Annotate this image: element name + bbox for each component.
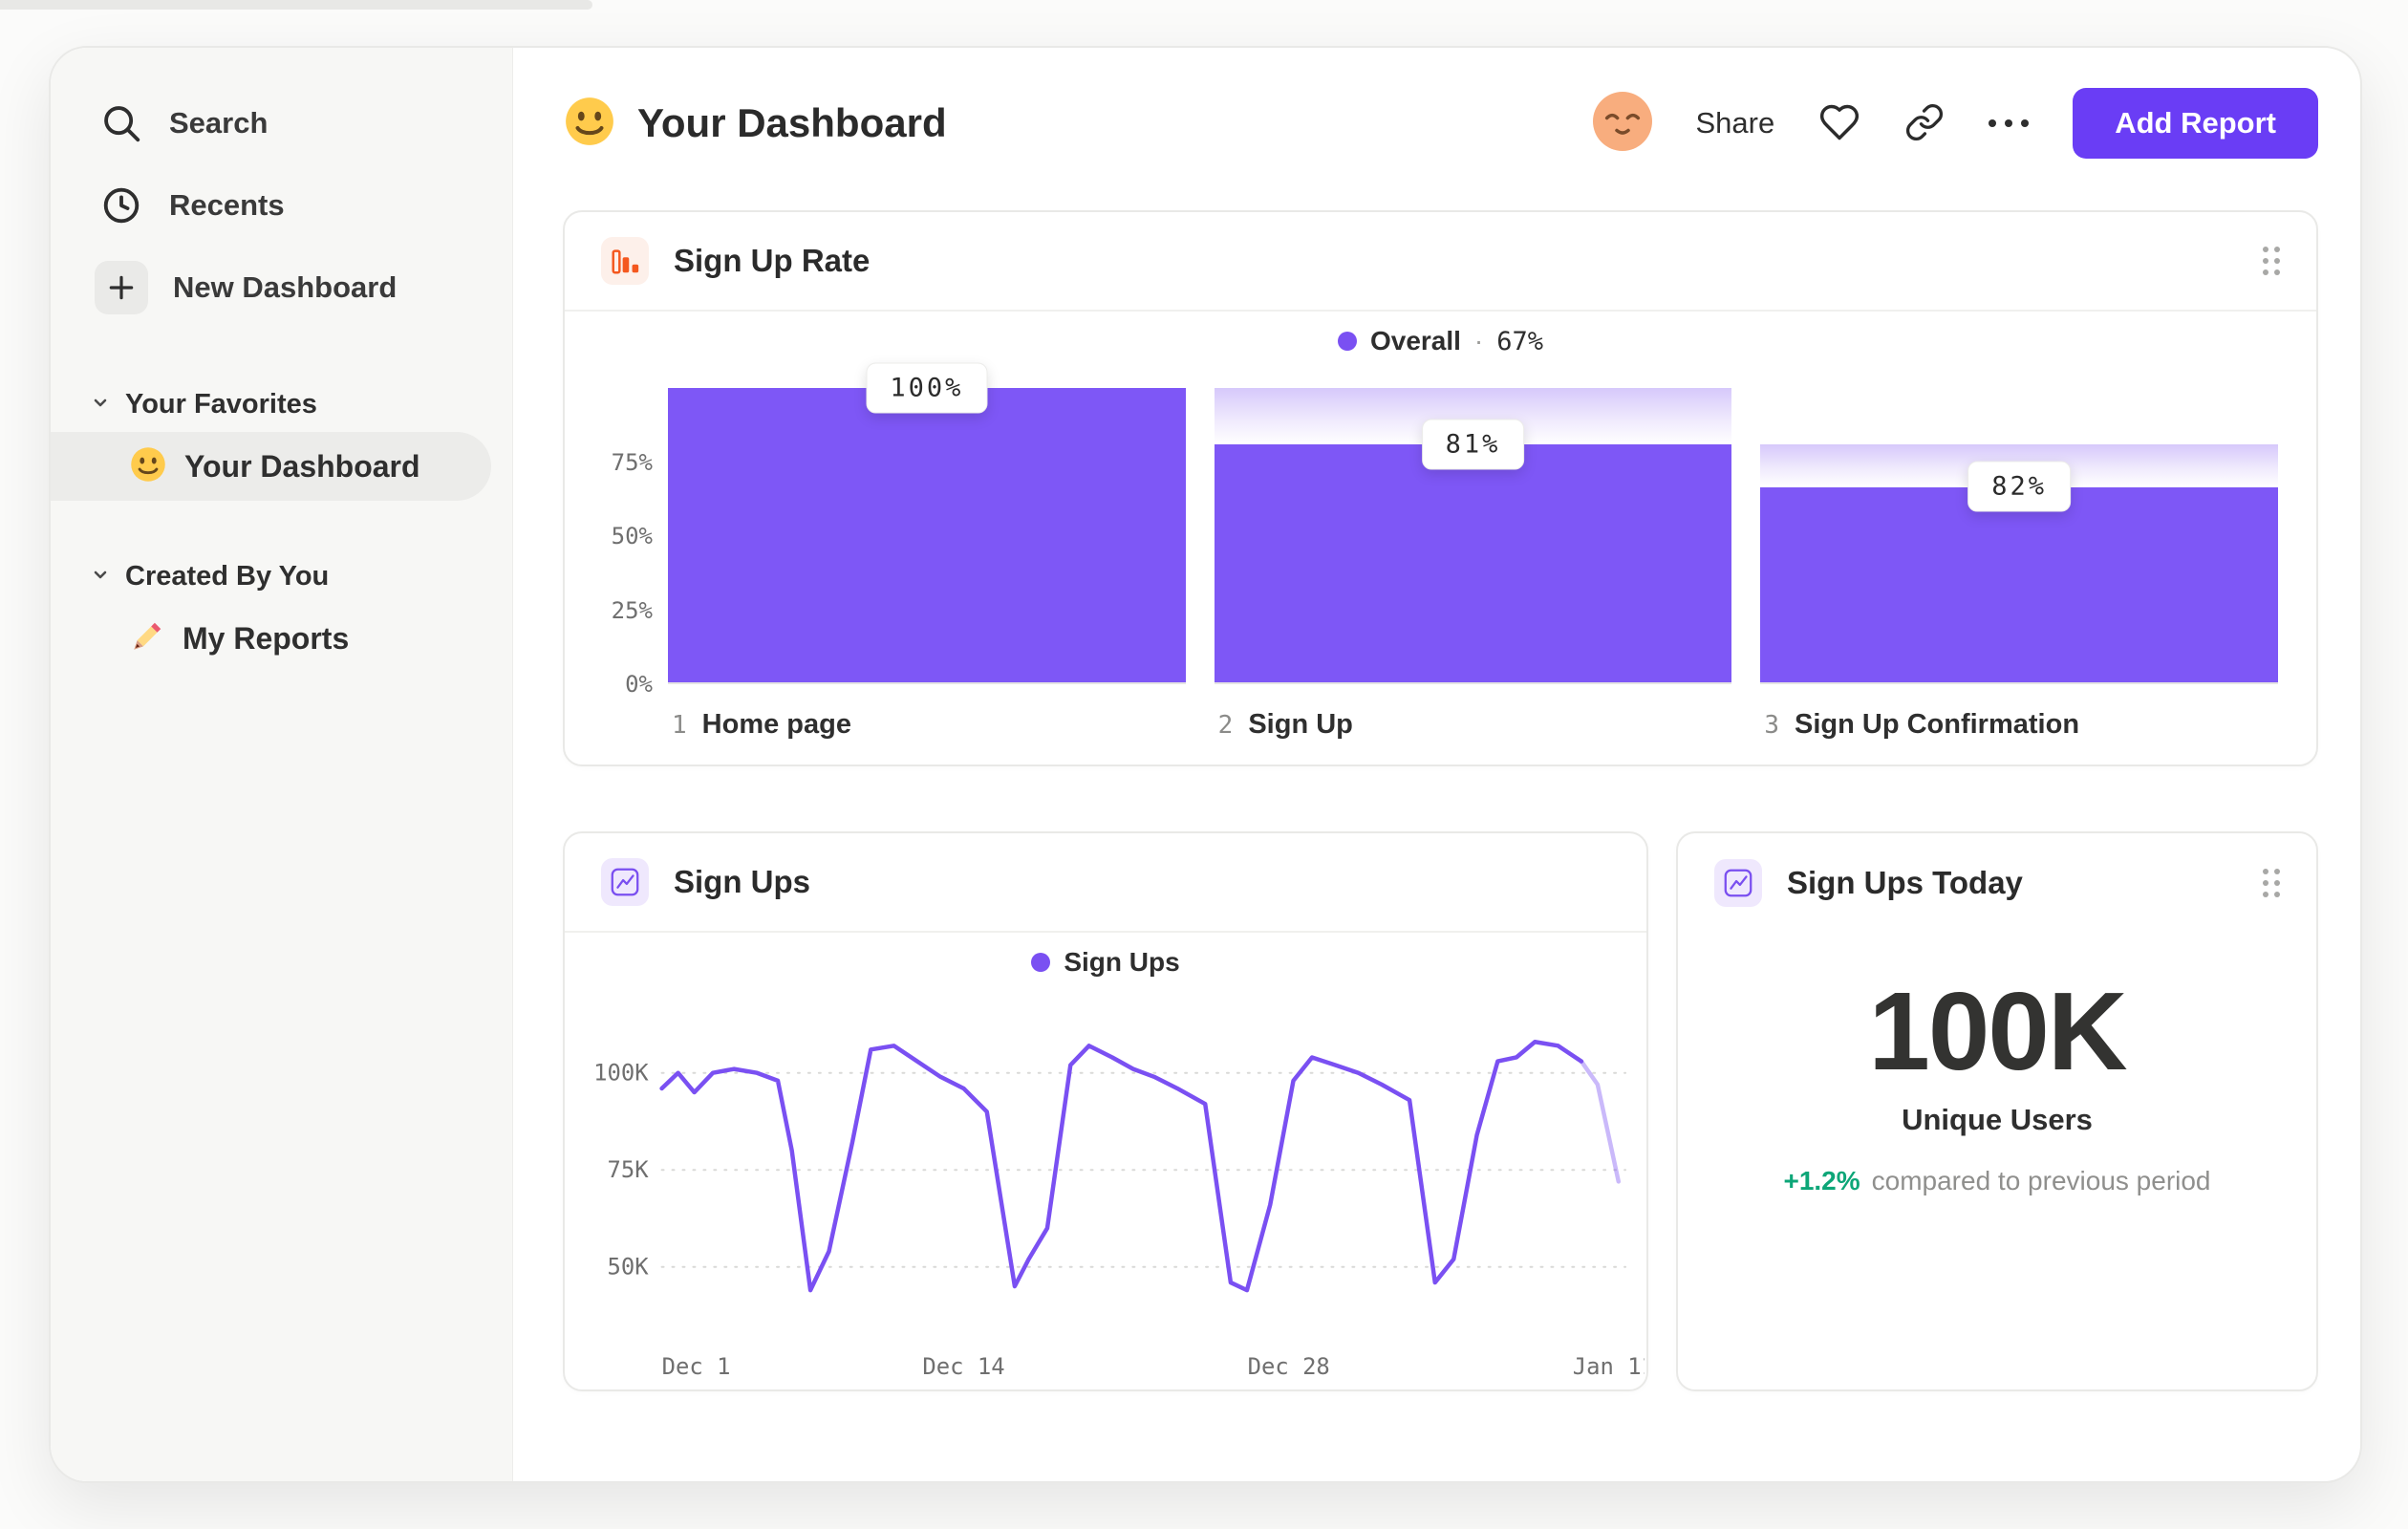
line-chart-icon — [1714, 859, 1762, 907]
more-options-button[interactable] — [1989, 119, 2030, 127]
funnel-bar-fill — [1760, 486, 2279, 682]
heart-icon — [1818, 101, 1860, 146]
funnel-step-label: 2 Sign Up — [1215, 709, 1732, 741]
step-name: Sign Up Confirmation — [1795, 709, 2080, 740]
svg-text:50K: 50K — [608, 1254, 650, 1281]
funnel-step-label: 3 Sign Up Confirmation — [1760, 709, 2278, 741]
funnel-y-axis: 75% 50% 25% 0% — [611, 448, 653, 699]
svg-text:Jan 11: Jan 11 — [1573, 1353, 1645, 1380]
step-name: Home page — [701, 709, 851, 740]
created-by-you-section-header[interactable]: Created By You — [51, 549, 512, 604]
kpi-label: Unique Users — [1902, 1102, 2093, 1136]
step-number: 3 — [1764, 711, 1779, 740]
share-button[interactable]: Share — [1696, 106, 1775, 140]
drag-handle-icon[interactable] — [2263, 869, 2280, 897]
legend-label: Sign Ups — [1064, 947, 1180, 977]
funnel-step-badge: 100% — [866, 362, 988, 414]
funnel-chart: 75% 50% 25% 0% 100% 1 Home page 81% 2 Si… — [565, 362, 2316, 741]
section-title: Created By You — [125, 560, 330, 592]
funnel-step-badge: 81% — [1421, 419, 1525, 470]
funnel-step-label: 1 Home page — [668, 709, 1186, 741]
sidebar-item-label: Recents — [169, 188, 285, 222]
favorite-heart-button[interactable] — [1818, 101, 1860, 146]
app-window: Search Recents New Dashboard Your Favori… — [49, 46, 2362, 1483]
funnel-bar[interactable]: 81% — [1214, 388, 1732, 684]
ellipsis-icon — [1989, 119, 2030, 127]
sidebar-item-my-reports[interactable]: My Reports — [51, 604, 491, 673]
smiley-emoji-icon — [129, 445, 167, 488]
svg-text:100K: 100K — [593, 1060, 649, 1087]
step-number: 1 — [672, 711, 687, 740]
funnel-legend[interactable]: Overall · 67% — [565, 312, 2316, 371]
step-name: Sign Up — [1248, 709, 1353, 740]
user-avatar[interactable] — [1592, 91, 1652, 156]
legend-label: Overall — [1369, 326, 1461, 355]
dashboard-header: Your Dashboard Share Add Report — [563, 86, 2318, 161]
svg-text:Dec 14: Dec 14 — [922, 1353, 1004, 1380]
funnel-step-badge: 82% — [1967, 461, 2072, 512]
add-report-button[interactable]: Add Report — [2073, 88, 2318, 159]
sidebar: Search Recents New Dashboard Your Favori… — [51, 48, 513, 1481]
line-chart-icon — [601, 858, 649, 906]
funnel-bar-fill — [668, 388, 1186, 682]
link-icon — [1904, 102, 1945, 145]
funnel-bar[interactable]: 82% — [1760, 388, 2279, 684]
sidebar-item-search[interactable]: Search — [51, 82, 512, 164]
sidebar-item-your-dashboard[interactable]: Your Dashboard — [51, 432, 491, 501]
sidebar-item-recents[interactable]: Recents — [51, 164, 512, 247]
funnel-chart-icon — [601, 237, 649, 285]
funnel-bar[interactable]: 100% — [668, 362, 1186, 684]
svg-text:75K: 75K — [608, 1156, 650, 1183]
dashboard-emoji-icon — [563, 95, 616, 153]
line-report-card: Sign Ups Sign Ups 100K 75K 50K Dec 1 Dec 14 D… — [563, 831, 1648, 1391]
legend-dot — [1031, 953, 1051, 972]
drag-handle-icon[interactable] — [2263, 247, 2280, 275]
sidebar-section-created-by-you: Created By You My Reports — [51, 549, 512, 673]
line-legend[interactable]: Sign Ups — [565, 933, 1646, 992]
plus-icon — [95, 261, 148, 314]
page-title: Your Dashboard — [637, 100, 947, 145]
sidebar-item-label: Your Dashboard — [184, 448, 420, 484]
pencil-emoji-icon — [129, 618, 165, 659]
clock-icon — [98, 183, 144, 228]
kpi-delta: +1.2% — [1783, 1165, 1860, 1195]
funnel-step-column: 100% 1 Home page — [668, 362, 1186, 741]
legend-dot — [1337, 332, 1357, 351]
copy-link-button[interactable] — [1904, 102, 1945, 145]
funnel-report-card: Sign Up Rate Overall · 67% 75% 50% 25% 0% 1… — [563, 210, 2318, 766]
kpi-value: 100K — [1868, 969, 2127, 1093]
line-chart[interactable]: 100K 75K 50K Dec 1 Dec 14 Dec 28 Jan 11 — [565, 992, 1646, 1389]
sidebar-section-favorites: Your Favorites Your Dashboard — [51, 377, 512, 501]
legend-separator: · — [1473, 326, 1484, 355]
legend-value: 67% — [1496, 326, 1544, 356]
step-number: 2 — [1217, 711, 1234, 740]
funnel-step-column: 81% 2 Sign Up — [1214, 388, 1732, 741]
report-title: Sign Up Rate — [674, 243, 871, 278]
report-title: Sign Ups Today — [1787, 865, 2023, 900]
favorites-section-header[interactable]: Your Favorites — [51, 377, 512, 432]
sidebar-item-new-dashboard[interactable]: New Dashboard — [51, 247, 512, 329]
kpi-report-card: Sign Ups Today 100K Unique Users +1.2% c… — [1676, 831, 2318, 1391]
chevron-down-icon — [89, 391, 112, 419]
svg-text:Dec 28: Dec 28 — [1248, 1353, 1330, 1380]
line-chart-svg: 100K 75K 50K Dec 1 Dec 14 Dec 28 Jan 11 — [593, 1040, 1645, 1380]
kpi-delta-note: compared to previous period — [1871, 1165, 2211, 1195]
main-content: Your Dashboard Share Add Report Sign Up … — [513, 48, 2360, 1481]
background-artifact — [0, 0, 592, 10]
search-icon — [98, 100, 144, 146]
sidebar-item-label: New Dashboard — [173, 270, 398, 304]
funnel-step-column: 82% 3 Sign Up Confirmation — [1760, 388, 2279, 741]
sidebar-item-label: Search — [169, 106, 269, 140]
svg-text:Dec 1: Dec 1 — [662, 1353, 731, 1380]
chevron-down-icon — [89, 563, 112, 591]
section-title: Your Favorites — [125, 388, 317, 420]
report-title: Sign Ups — [674, 864, 811, 899]
sidebar-item-label: My Reports — [183, 620, 350, 656]
funnel-bar-fill — [1214, 443, 1732, 682]
